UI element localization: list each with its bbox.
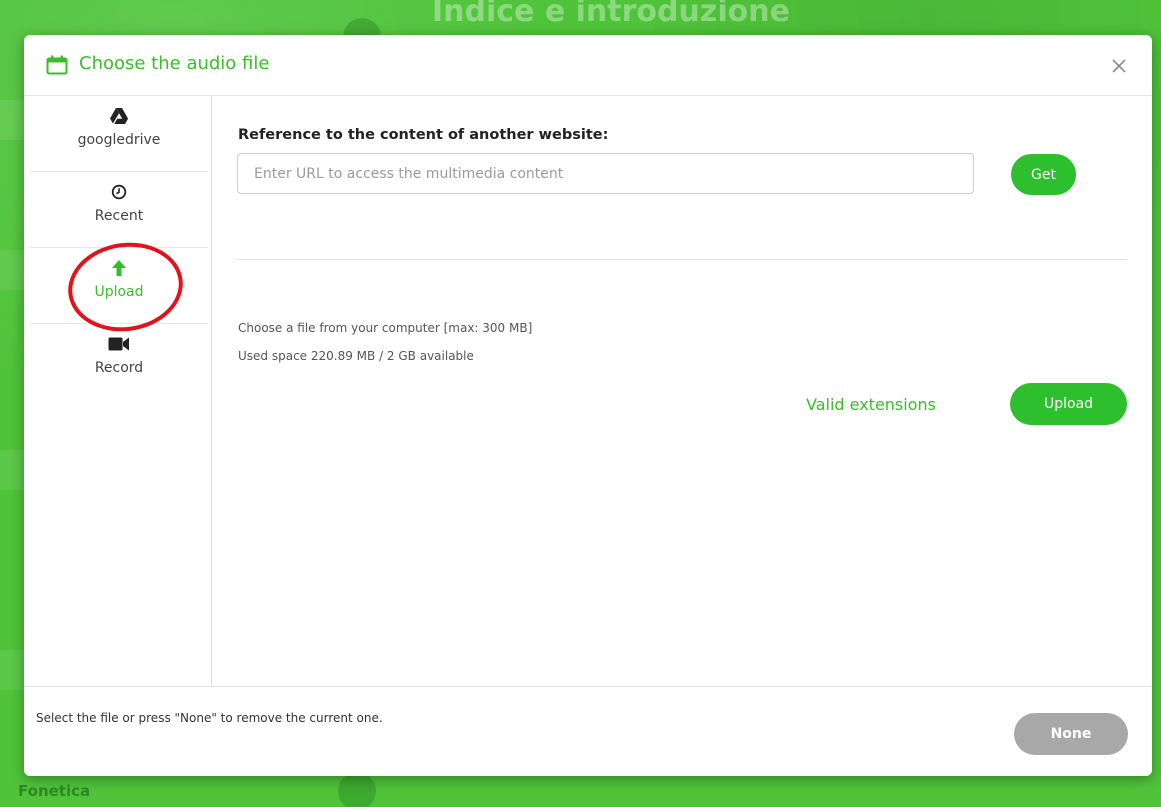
calendar-icon [46, 55, 68, 75]
background-page-title: Indice e introduzione [432, 0, 790, 29]
url-input[interactable] [237, 153, 974, 194]
dialog-title: Choose the audio file [79, 53, 270, 74]
get-button[interactable]: Get [1011, 154, 1076, 195]
sidebar-item-googledrive[interactable]: googledrive [30, 96, 208, 172]
background-stripe [0, 450, 24, 490]
sidebar-item-recent[interactable]: Recent [30, 172, 208, 248]
video-camera-icon [108, 334, 130, 354]
dialog-header: Choose the audio file [24, 35, 1152, 96]
reference-label: Reference to the content of another webs… [238, 127, 609, 143]
background-stripe [0, 250, 24, 290]
sidebar-item-label: googledrive [77, 132, 161, 148]
none-button[interactable]: None [1014, 713, 1128, 755]
dialog-footer: Select the file or press "None" to remov… [24, 686, 1152, 776]
upload-button[interactable]: Upload [1010, 383, 1127, 425]
choose-audio-file-dialog: Choose the audio file googledrive Recent… [24, 35, 1152, 776]
used-space-text: Used space 220.89 MB / 2 GB available [238, 349, 474, 363]
valid-extensions-link[interactable]: Valid extensions [806, 395, 936, 414]
sidebar-item-upload[interactable]: Upload [30, 248, 208, 324]
source-sidebar: googledrive Recent Upload Record [24, 96, 212, 686]
background-circle-icon [338, 772, 376, 807]
arrow-up-icon [111, 258, 127, 278]
background-stripe [0, 100, 24, 140]
google-drive-icon [110, 106, 128, 126]
background-stripe [0, 650, 24, 690]
sidebar-item-label: Recent [94, 208, 144, 224]
close-icon[interactable] [1106, 53, 1132, 79]
sidebar-item-label: Record [94, 360, 144, 376]
sidebar-item-label: Upload [94, 284, 144, 300]
sidebar-item-record[interactable]: Record [30, 324, 208, 400]
section-divider [237, 259, 1127, 260]
max-size-text: Choose a file from your computer [max: 3… [238, 321, 533, 335]
clock-icon [111, 182, 127, 202]
footer-hint: Select the file or press "None" to remov… [36, 711, 383, 725]
background-footer-label: Fonetica [18, 782, 91, 800]
